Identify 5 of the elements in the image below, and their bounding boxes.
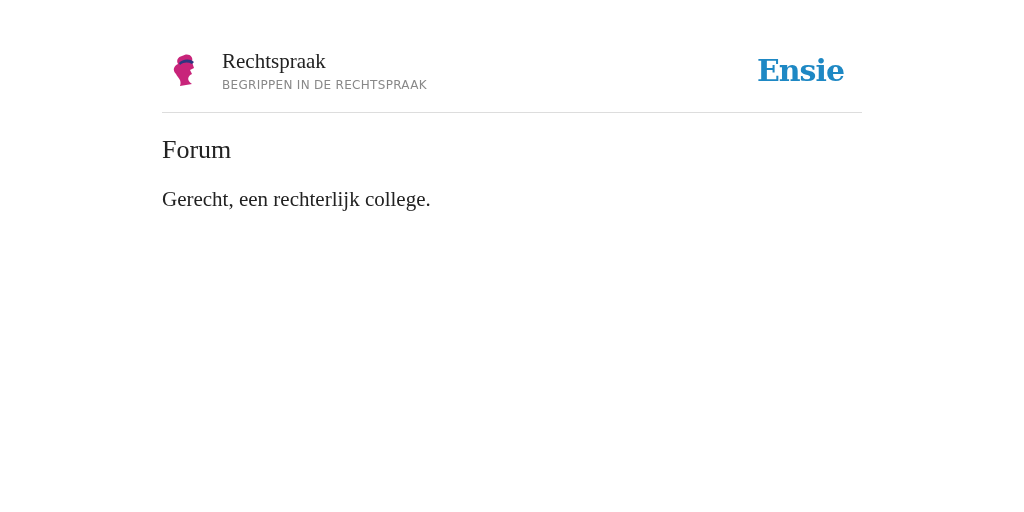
- site-name: Rechtspraak: [222, 48, 327, 74]
- page-title: Forum: [162, 135, 233, 165]
- site-subtitle: BEGRIPPEN IN DE RECHTSPRAAK: [222, 78, 428, 92]
- definition-text: Gerecht, een rechterlijk college.: [162, 187, 432, 212]
- brand-logo[interactable]: Ensie: [756, 52, 844, 88]
